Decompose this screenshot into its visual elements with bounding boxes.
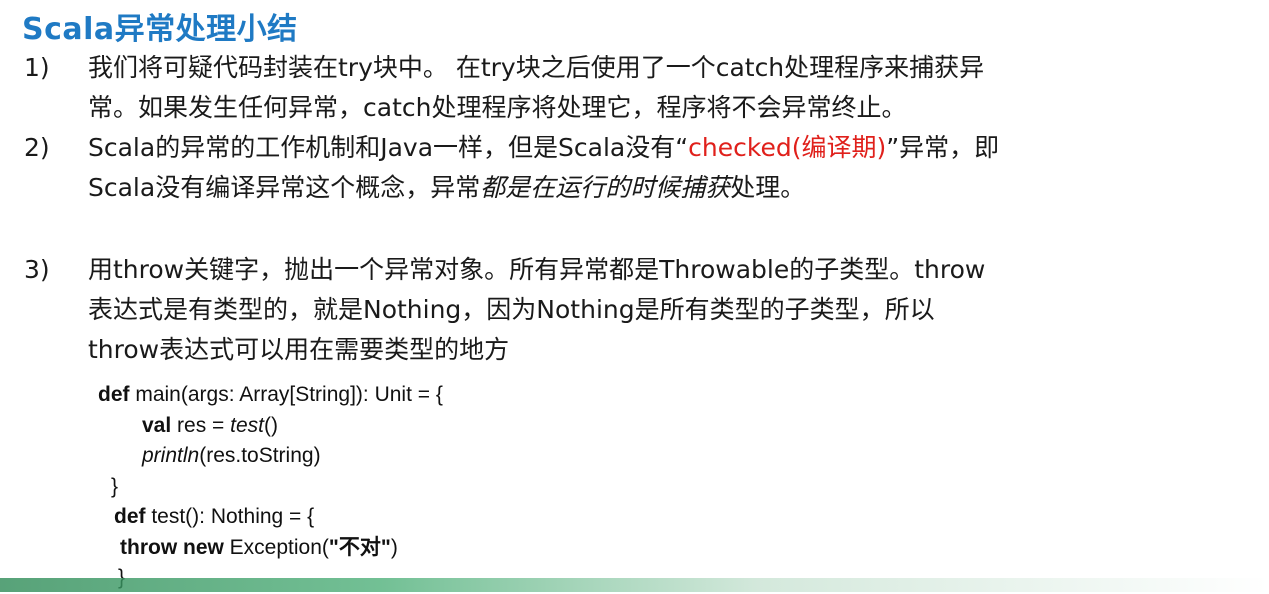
keyword: val (142, 413, 172, 437)
code-line: } (98, 472, 443, 503)
code-line: def test(): Nothing = { (98, 502, 443, 533)
keyword: def (114, 505, 146, 528)
item-text: Scala的异常的工作机制和Java一样，但是Scala没有“checked(编… (88, 128, 1248, 208)
code-italic: println (142, 444, 200, 467)
text-segment: Scala没有编译异常这个概念，异常 (88, 173, 481, 202)
item-number: 3) (24, 255, 50, 284)
text-line: throw表达式可以用在需要类型的地方 (88, 335, 510, 364)
code-text: test(): Nothing = { (145, 505, 315, 528)
text-segment: 处理。 (730, 173, 806, 202)
text-line: 用throw关键字，抛出一个异常对象。所有异常都是Throwable的子类型。t… (88, 255, 986, 284)
code-text: res = (171, 413, 231, 437)
text-line: 常。如果发生任何异常，catch处理程序将处理它，程序将不会异常终止。 (88, 93, 907, 122)
text-segment: Scala的异常的工作机制和Java一样，但是Scala没有“ (88, 133, 689, 162)
slide-title: Scala异常处理小结 (22, 12, 298, 47)
code-line: println(res.toString) (98, 441, 443, 472)
slide: Scala异常处理小结 1) 我们将可疑代码封装在try块中。 在try块之后使… (0, 0, 1269, 592)
keyword: throw (120, 535, 178, 559)
code-italic: test (230, 413, 265, 437)
code-block: def main(args: Array[String]): Unit = { … (98, 380, 443, 594)
highlight-checked: checked(编译期) (688, 133, 887, 162)
code-text: } (111, 474, 119, 498)
text-line: Scala没有编译异常这个概念，异常都是在运行的时候捕获处理。 (88, 168, 1248, 208)
keyword: new (183, 535, 224, 559)
code-text: (res.toString) (199, 444, 321, 467)
code-line: throw new Exception("不对") (98, 533, 443, 564)
code-line: def main(args: Array[String]): Unit = { (98, 380, 443, 411)
text-line: 表达式是有类型的，就是Nothing，因为Nothing是所有类型的子类型，所以 (88, 295, 935, 324)
code-text: () (264, 413, 279, 437)
keyword: def (98, 383, 130, 406)
text-line: Scala的异常的工作机制和Java一样，但是Scala没有“checked(编… (88, 128, 1248, 168)
text-segment: ”异常，即 (886, 133, 1000, 162)
code-text: Exception( (223, 535, 329, 559)
emphasis-text: 都是在运行的时候捕获 (480, 173, 731, 202)
string-literal: "不对" (328, 535, 391, 559)
item-text: 我们将可疑代码封装在try块中。 在try块之后使用了一个catch处理程序来捕… (88, 48, 1248, 128)
code-text: main(args: Array[String]): Unit = { (129, 383, 443, 406)
item-text: 用throw关键字，抛出一个异常对象。所有异常都是Throwable的子类型。t… (88, 250, 1248, 370)
code-text: ) (390, 535, 398, 559)
text-line: 我们将可疑代码封装在try块中。 在try块之后使用了一个catch处理程序来捕… (88, 53, 985, 82)
item-number: 2) (24, 133, 50, 162)
item-number: 1) (24, 53, 50, 82)
bottom-decoration (0, 578, 1269, 592)
code-line: val res = test() (98, 411, 443, 442)
